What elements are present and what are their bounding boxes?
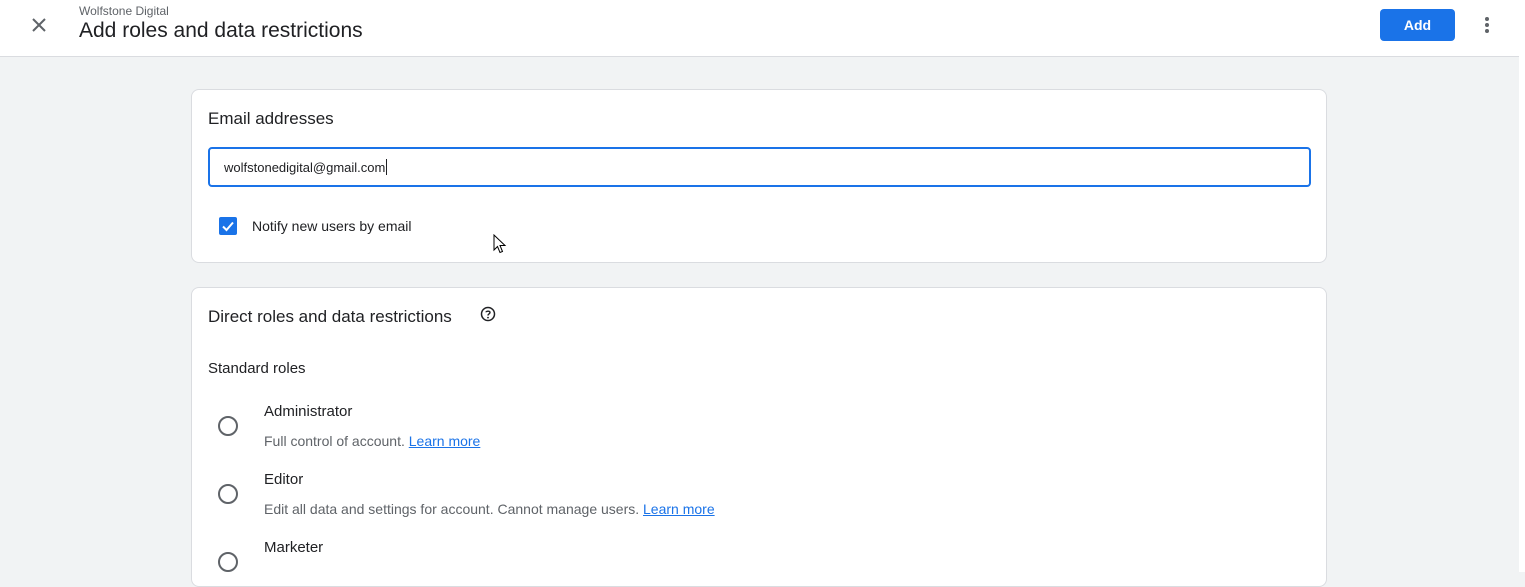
more-vert-icon [1485,17,1489,33]
page-title: Add roles and data restrictions [79,19,363,42]
help-icon[interactable] [480,306,496,322]
radio-marketer[interactable] [218,552,238,572]
role-desc-text: Full control of account. [264,433,405,449]
close-icon [32,18,46,32]
radio-editor[interactable] [218,484,238,504]
notify-label: Notify new users by email [252,218,412,234]
mouse-pointer-icon [493,234,507,254]
text-caret [386,159,388,175]
roles-card: Direct roles and data restrictions Stand… [191,287,1327,587]
role-desc-editor: Edit all data and settings for account. … [264,501,715,517]
account-name: Wolfstone Digital [79,4,169,18]
roles-card-title: Direct roles and data restrictions [208,307,452,326]
standard-roles-label: Standard roles [208,360,306,377]
add-button[interactable]: Add [1380,9,1455,41]
notify-checkbox[interactable] [219,217,237,235]
learn-more-link[interactable]: Learn more [409,433,481,449]
close-button[interactable] [24,10,54,40]
more-options-button[interactable] [1475,10,1499,40]
app-header: Wolfstone Digital Add roles and data res… [0,0,1519,57]
radio-administrator[interactable] [218,416,238,436]
learn-more-link[interactable]: Learn more [643,501,715,517]
role-name-editor: Editor [264,471,304,488]
role-name-administrator: Administrator [264,403,353,420]
email-card-title: Email addresses [208,109,334,128]
email-addresses-card: Email addresses wolfstonedigital@gmail.c… [191,89,1327,263]
check-icon [222,221,234,232]
email-input[interactable]: wolfstonedigital@gmail.com [208,147,1311,187]
scrollbar-track [1519,0,1525,572]
role-desc-text: Edit all data and settings for account. … [264,501,640,517]
role-name-marketer: Marketer [264,539,324,556]
role-desc-administrator: Full control of account. Learn more [264,433,480,449]
email-input-value: wolfstonedigital@gmail.com [224,159,386,175]
